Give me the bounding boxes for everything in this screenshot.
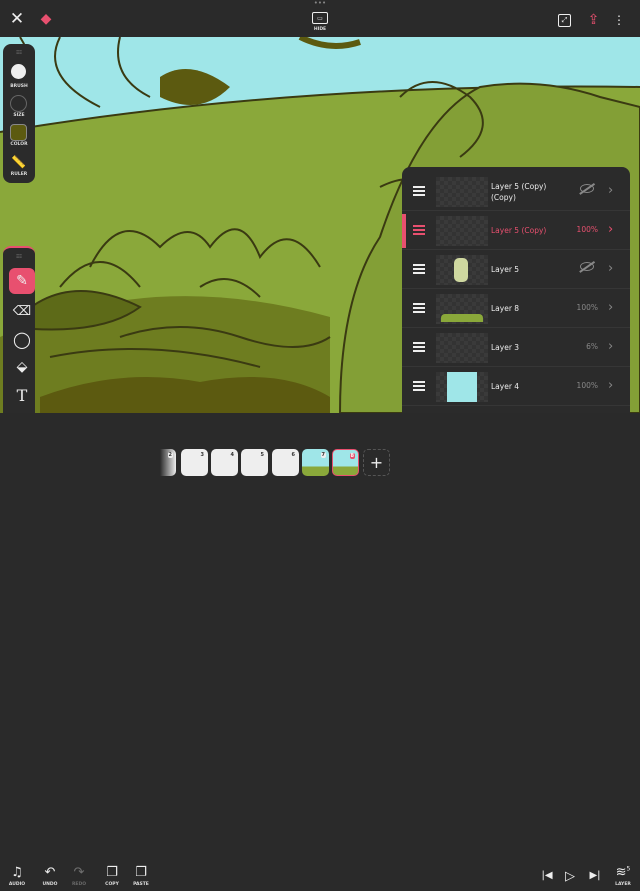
hide-ui-icon[interactable]: ▭ xyxy=(312,12,328,24)
layer-name: Layer 8 xyxy=(491,304,520,313)
drag-handle-icon[interactable] xyxy=(413,186,425,196)
skip-forward-icon: ▶| xyxy=(589,870,601,881)
hidden-eye-icon[interactable] xyxy=(580,184,594,193)
hidden-eye-icon[interactable] xyxy=(580,262,594,271)
copy-icon: ❐ xyxy=(106,865,118,880)
play-next-button[interactable]: ▶| xyxy=(580,865,610,891)
frame-thumbnail-5[interactable]: 5 xyxy=(241,449,268,476)
layer-opacity[interactable]: 100% xyxy=(572,225,598,234)
drag-handle-icon[interactable]: ⁝⁝⁝ xyxy=(13,252,25,260)
audio-button[interactable]: ♫ AUDIO xyxy=(2,865,32,891)
layer-name: Layer 5 xyxy=(491,265,520,274)
frame-thumbnail-8-selected[interactable]: 8 xyxy=(332,449,359,476)
ruler-label: RULER xyxy=(10,172,28,177)
eraser-tool-icon[interactable]: ⌫ xyxy=(9,298,35,324)
brush-label: BRUSH xyxy=(10,84,28,89)
top-bar: ✕ ◆ ••• ▭ HIDE ⤢ ⇪ ⋮ xyxy=(0,0,640,37)
drag-handle-icon[interactable]: ••• xyxy=(312,0,328,7)
layer-thumbnail xyxy=(436,372,488,402)
music-note-icon: ♫ xyxy=(11,865,23,880)
brush-shape-icon[interactable] xyxy=(11,64,26,79)
frame-thumbnail-3[interactable]: 3 xyxy=(181,449,208,476)
layer-thumbnail xyxy=(436,294,488,324)
fill-tool-icon[interactable]: ⬙ xyxy=(9,354,35,380)
layer-row[interactable]: Layer 3 6% › xyxy=(402,329,630,367)
layers-panel: Layer 5 (Copy) (Copy) › Layer 5 (Copy) 1… xyxy=(402,167,630,440)
layer-thumbnail xyxy=(436,216,488,246)
text-tool-icon[interactable]: T xyxy=(9,382,35,408)
drag-handle-icon[interactable] xyxy=(413,264,425,274)
chevron-right-icon[interactable]: › xyxy=(608,183,613,198)
layer-row[interactable]: Layer 4 100% › xyxy=(402,368,630,406)
brush-tool-icon[interactable]: ✎ xyxy=(9,268,35,294)
layer-button[interactable]: ≋5 LAYER xyxy=(608,865,638,891)
undo-icon: ↶ xyxy=(44,865,56,880)
frame-thumbnail-2[interactable]: 2 xyxy=(160,449,176,476)
chevron-right-icon[interactable]: › xyxy=(608,300,613,315)
layer-name: Layer 5 (Copy) (Copy) xyxy=(491,182,547,202)
undo-button[interactable]: ↶ UNDO xyxy=(35,865,65,891)
drag-handle-icon[interactable] xyxy=(413,303,425,313)
color-swatch[interactable] xyxy=(10,124,27,141)
layer-opacity[interactable]: 6% xyxy=(572,342,598,351)
frame-thumbnail-4[interactable]: 4 xyxy=(211,449,238,476)
add-frame-button[interactable]: + xyxy=(363,449,390,476)
layer-row[interactable]: Layer 5 (Copy) (Copy) › xyxy=(402,173,630,211)
layer-opacity[interactable]: 100% xyxy=(572,303,598,312)
frame-thumbnail-7[interactable]: 7 xyxy=(302,449,329,476)
layer-row[interactable]: Layer 5 › xyxy=(402,251,630,289)
redo-button[interactable]: ↷ REDO xyxy=(64,865,94,891)
color-label: COLOR xyxy=(10,142,28,147)
close-icon[interactable]: ✕ xyxy=(8,9,26,29)
fullscreen-icon[interactable]: ⤢ xyxy=(558,14,571,27)
layer-name: Layer 4 xyxy=(491,382,520,391)
paste-icon: ❐ xyxy=(135,865,147,880)
layer-name: Layer 3 xyxy=(491,343,520,352)
ruler-icon[interactable]: 📏 xyxy=(11,155,26,169)
layer-thumbnail xyxy=(436,333,488,363)
chevron-right-icon[interactable]: › xyxy=(608,261,613,276)
more-icon[interactable]: ⋮ xyxy=(613,12,625,28)
layer-name: Layer 5 (Copy) xyxy=(491,226,547,235)
layer-row[interactable]: Layer 8 100% › xyxy=(402,290,630,328)
layers-icon: ≋5 xyxy=(615,865,631,880)
layer-row-selected[interactable]: Layer 5 (Copy) 100% › xyxy=(402,212,630,250)
lasso-tool-icon[interactable]: ◯ xyxy=(9,326,35,352)
layer-thumbnail xyxy=(436,255,488,285)
paste-button[interactable]: ❐ PASTE xyxy=(126,865,156,891)
hide-label: HIDE xyxy=(313,27,327,32)
size-icon[interactable] xyxy=(10,95,27,112)
layer-thumbnail xyxy=(436,177,488,207)
redo-icon: ↷ xyxy=(73,865,85,880)
drag-handle-icon[interactable] xyxy=(413,225,425,235)
chevron-right-icon[interactable]: › xyxy=(608,378,613,393)
tool-panel: ⁝⁝⁝ ✎ ⌫ ◯ ⬙ T ••• xyxy=(3,246,35,440)
share-icon[interactable]: ⇪ xyxy=(586,12,601,28)
frame-thumbnail-6[interactable]: 6 xyxy=(272,449,299,476)
brush-settings-panel: ⁝⁝⁝ BRUSH SIZE COLOR 📏 RULER xyxy=(3,44,35,183)
drag-handle-icon[interactable] xyxy=(413,381,425,391)
copy-button[interactable]: ❐ COPY xyxy=(97,865,127,891)
size-label: SIZE xyxy=(13,113,25,118)
layer-opacity[interactable]: 100% xyxy=(572,381,598,390)
chevron-right-icon[interactable]: › xyxy=(608,339,613,354)
drag-handle-icon[interactable]: ⁝⁝⁝ xyxy=(13,48,25,56)
chevron-right-icon[interactable]: › xyxy=(608,222,613,237)
drag-handle-icon[interactable] xyxy=(413,342,425,352)
premium-gem-icon[interactable]: ◆ xyxy=(38,11,54,27)
